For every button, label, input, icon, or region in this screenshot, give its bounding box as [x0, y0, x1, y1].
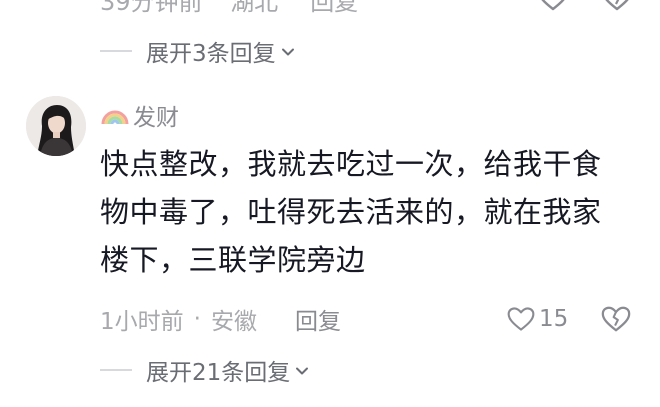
- expand-replies-button[interactable]: 展开3条回复: [100, 34, 296, 68]
- comment-text: 快点整改，我就去吃过一次，给我干食 物中毒了，吐得死去活来的，就在我家 楼下，三…: [100, 140, 640, 284]
- expand-replies-label: 展开3条回复: [146, 41, 276, 67]
- username: 发财: [133, 105, 179, 131]
- previous-comment-time: 39分钟前: [100, 0, 203, 16]
- rainbow-icon: [101, 110, 129, 125]
- previous-comment-reply-button[interactable]: 回复: [310, 0, 358, 17]
- comment-line: 物中毒了，吐得死去活来的，就在我家: [100, 195, 602, 229]
- heart-outline-icon[interactable]: [536, 0, 570, 12]
- comment-author[interactable]: 发财: [100, 98, 179, 132]
- like-count: 15: [539, 306, 569, 332]
- previous-comment-meta: 39分钟前 · 湖北 回复: [100, 0, 358, 17]
- comment-time: 1小时前: [100, 309, 184, 335]
- expand-divider: [100, 50, 132, 52]
- chevron-down-icon: [296, 367, 309, 375]
- comment-line: 楼下，三联学院旁边: [100, 243, 366, 277]
- meta-separator: ·: [193, 306, 201, 332]
- heart-outline-icon: [507, 307, 535, 331]
- comment-location: 安徽: [210, 309, 257, 335]
- comment-meta: 1小时前 · 安徽 回复: [100, 302, 341, 336]
- avatar[interactable]: [26, 96, 86, 156]
- reply-button[interactable]: 回复: [295, 302, 341, 336]
- expand-replies-button[interactable]: 展开21条回复: [100, 353, 310, 387]
- comment-line: 快点整改，我就去吃过一次，给我干食: [100, 147, 602, 181]
- expand-replies-label: 展开21条回复: [146, 360, 291, 386]
- previous-comment-location: 湖北: [230, 0, 279, 16]
- meta-separator: ·: [213, 0, 221, 13]
- expand-divider: [100, 369, 132, 371]
- broken-heart-icon[interactable]: [600, 304, 632, 334]
- like-button[interactable]: 15: [506, 302, 568, 336]
- chevron-down-icon: [281, 48, 294, 56]
- avatar-image: [26, 96, 86, 156]
- broken-heart-icon[interactable]: [600, 0, 634, 12]
